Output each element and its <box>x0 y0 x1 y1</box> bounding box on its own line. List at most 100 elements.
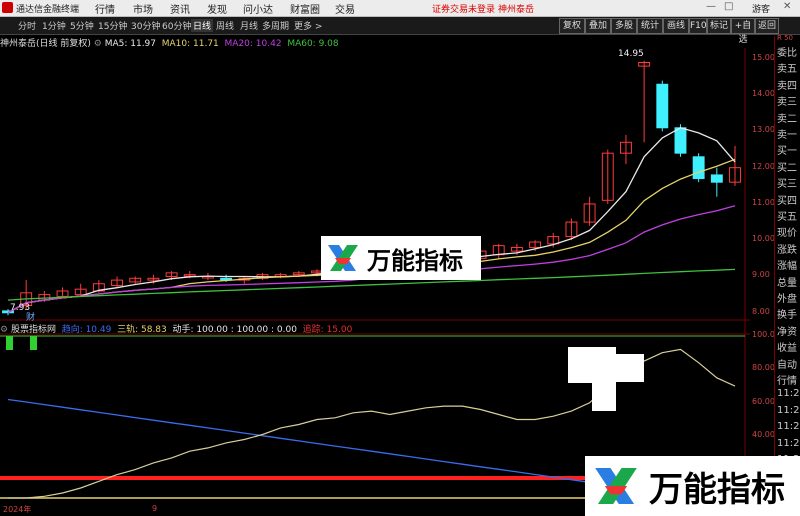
quote-field-label[interactable]: 涨跌 <box>777 241 797 256</box>
menu-item-wenxiaoda[interactable]: 问小达 <box>243 1 273 16</box>
candle-body <box>710 174 723 183</box>
quote-field-label[interactable]: 净资 <box>777 323 797 338</box>
candle-body <box>656 83 669 129</box>
price-tick: 8.00 <box>752 306 770 316</box>
quote-field-label[interactable]: 11:2 <box>777 405 799 416</box>
close-icon[interactable]: ✕ <box>783 1 791 12</box>
quote-field-label[interactable]: 委比 <box>777 44 797 59</box>
quote-panel: R 50 委比 卖五卖四 卖三卖二 卖一 买一买二 买三买四 买五 现价涨跌 涨幅总量 外盘 换手净… <box>774 34 800 516</box>
stock-tab[interactable]: 神州泰岳 <box>498 2 534 15</box>
quote-field-label[interactable]: 买五 <box>777 208 797 223</box>
sub-tick: 40.00 <box>752 430 775 440</box>
sub-tick: 60.00 <box>752 396 775 406</box>
menu-item-jiaoyi[interactable]: 交易 <box>335 1 355 16</box>
price-tick: 9.00 <box>752 270 770 280</box>
price-tick: 13.00 <box>752 125 775 135</box>
period-weekly[interactable]: 周线 <box>216 19 234 32</box>
quote-field-label[interactable]: 行情 <box>777 372 797 387</box>
quote-field-label[interactable]: 总量 <box>777 274 797 289</box>
sub-indicator-info: ⚙ 股票指标网 趋向: 10.49 三轨: 58.83 动手: 100.00 :… <box>0 325 353 335</box>
indicator-name[interactable]: 股票指标网 <box>11 325 56 335</box>
guest-label[interactable]: 游客 <box>752 2 770 15</box>
price-tick: 10.00 <box>752 234 775 244</box>
price-tick: 11.00 <box>752 197 775 207</box>
menu-item-zixun[interactable]: 资讯 <box>170 1 190 16</box>
menu-item-faxian[interactable]: 发现 <box>207 1 227 16</box>
quote-field-label[interactable]: 收益 <box>777 339 797 354</box>
overlay-button[interactable]: 叠加 <box>585 18 611 34</box>
action-label: 动手: 100.00 : 100.00 : 0.00 <box>172 325 297 335</box>
quote-field-label[interactable]: 11:2 <box>777 388 799 399</box>
login-notice[interactable]: 证券交易未登录 <box>432 2 495 15</box>
period-multi[interactable]: 多周期 <box>262 19 289 32</box>
high-price-label: 14.95 <box>618 49 644 59</box>
watermark-blob-stem <box>592 347 616 411</box>
quote-field-label[interactable]: 11:2 <box>777 421 799 432</box>
period-minute[interactable]: 分时 <box>18 19 36 32</box>
period-monthly[interactable]: 月线 <box>240 19 258 32</box>
quote-field-label[interactable]: 卖四 <box>777 77 797 92</box>
add-favorite-button[interactable]: +自选 <box>731 18 755 45</box>
menu-bar: 通达信金融终端 行情 市场 资讯 发现 问小达 财富圈 交易 证券交易未登录 神… <box>0 0 800 17</box>
watermark-logo-icon <box>328 245 358 271</box>
sub-tick: 80.00 <box>752 363 775 373</box>
main-chart-info: 神州泰岳(日线 前复权) ⚙ MA5: 11.97 MA10: 11.71 MA… <box>0 39 339 49</box>
sub-tick: 100.0 <box>752 330 775 339</box>
period-1min[interactable]: 1分钟 <box>42 19 66 32</box>
period-30min[interactable]: 30分钟 <box>131 19 160 32</box>
quote-field-label[interactable]: 买三 <box>777 175 797 190</box>
watermark-logo-large-icon <box>595 467 637 505</box>
period-bar: 分时 1分钟 5分钟 15分钟 30分钟 60分钟 日线 周线 月线 多周期 更… <box>0 17 800 45</box>
quote-field-label[interactable]: 卖三 <box>777 93 797 108</box>
app-logo-icon <box>2 2 13 13</box>
x-axis-month: 9 <box>152 504 158 513</box>
watermark-blob-side <box>616 354 644 382</box>
menu-item-caifuquan[interactable]: 财富圈 <box>290 1 320 16</box>
minimize-icon[interactable]: — <box>706 1 716 12</box>
period-daily[interactable]: 日线 <box>191 19 214 32</box>
trend-label: 趋向: 10.49 <box>61 325 112 335</box>
period-60min[interactable]: 60分钟 <box>162 19 191 32</box>
kline-chart[interactable] <box>0 48 750 516</box>
quote-field-label[interactable]: 自动 <box>777 356 797 371</box>
mark-button[interactable]: 标记 <box>707 18 731 34</box>
maximize-icon[interactable]: □ <box>724 1 733 12</box>
watermark-text: 万能指标 <box>367 246 463 275</box>
fuquan-button[interactable]: 复权 <box>559 18 585 34</box>
app-title: 通达信金融终端 <box>16 5 80 15</box>
quote-field-label[interactable]: 外盘 <box>777 290 797 305</box>
quote-field-label[interactable]: 卖二 <box>777 110 797 125</box>
stats-button[interactable]: 统计 <box>637 18 663 34</box>
quote-field-label[interactable]: 涨幅 <box>777 257 797 272</box>
signal-bar <box>30 336 37 350</box>
menu-item-hangqing[interactable]: 行情 <box>95 1 115 16</box>
quote-field-label[interactable]: 卖五 <box>777 60 797 75</box>
candle-body <box>692 156 705 180</box>
multi-stock-button[interactable]: 多股 <box>611 18 637 34</box>
period-5min[interactable]: 5分钟 <box>70 19 94 32</box>
watermark-logo: 万能指标 <box>321 236 481 280</box>
watermark-text-large: 万能指标 <box>649 469 785 510</box>
menu-item-shichang[interactable]: 市场 <box>133 1 153 16</box>
quote-field-label[interactable]: 买二 <box>777 159 797 174</box>
watermark-logo-large: 万能指标 <box>585 456 800 516</box>
quote-field-label[interactable]: 买四 <box>777 192 797 207</box>
price-tick: 15.00 <box>752 52 775 62</box>
candle-body <box>674 127 687 154</box>
quote-panel-top: R 50 <box>777 34 793 42</box>
f10-button[interactable]: F10 <box>689 18 707 34</box>
quote-field-label[interactable]: 买一 <box>777 142 797 157</box>
quote-field-label[interactable]: 现价 <box>777 224 797 239</box>
price-tick: 14.00 <box>752 89 775 99</box>
draw-button[interactable]: 画线 <box>663 18 689 34</box>
signal-bar <box>6 336 13 350</box>
x-axis-year: 2024年 <box>3 505 32 514</box>
three-track-label: 三轨: 58.83 <box>117 325 167 335</box>
quote-field-label[interactable]: 换手 <box>777 306 797 321</box>
period-more[interactable]: 更多 > <box>294 19 322 32</box>
quote-field-label[interactable]: 11:2 <box>777 438 799 449</box>
period-15min[interactable]: 15分钟 <box>98 19 127 32</box>
price-tick: 12.00 <box>752 161 775 171</box>
quote-field-label[interactable]: 卖一 <box>777 126 797 141</box>
back-button[interactable]: 返回 <box>755 18 779 34</box>
